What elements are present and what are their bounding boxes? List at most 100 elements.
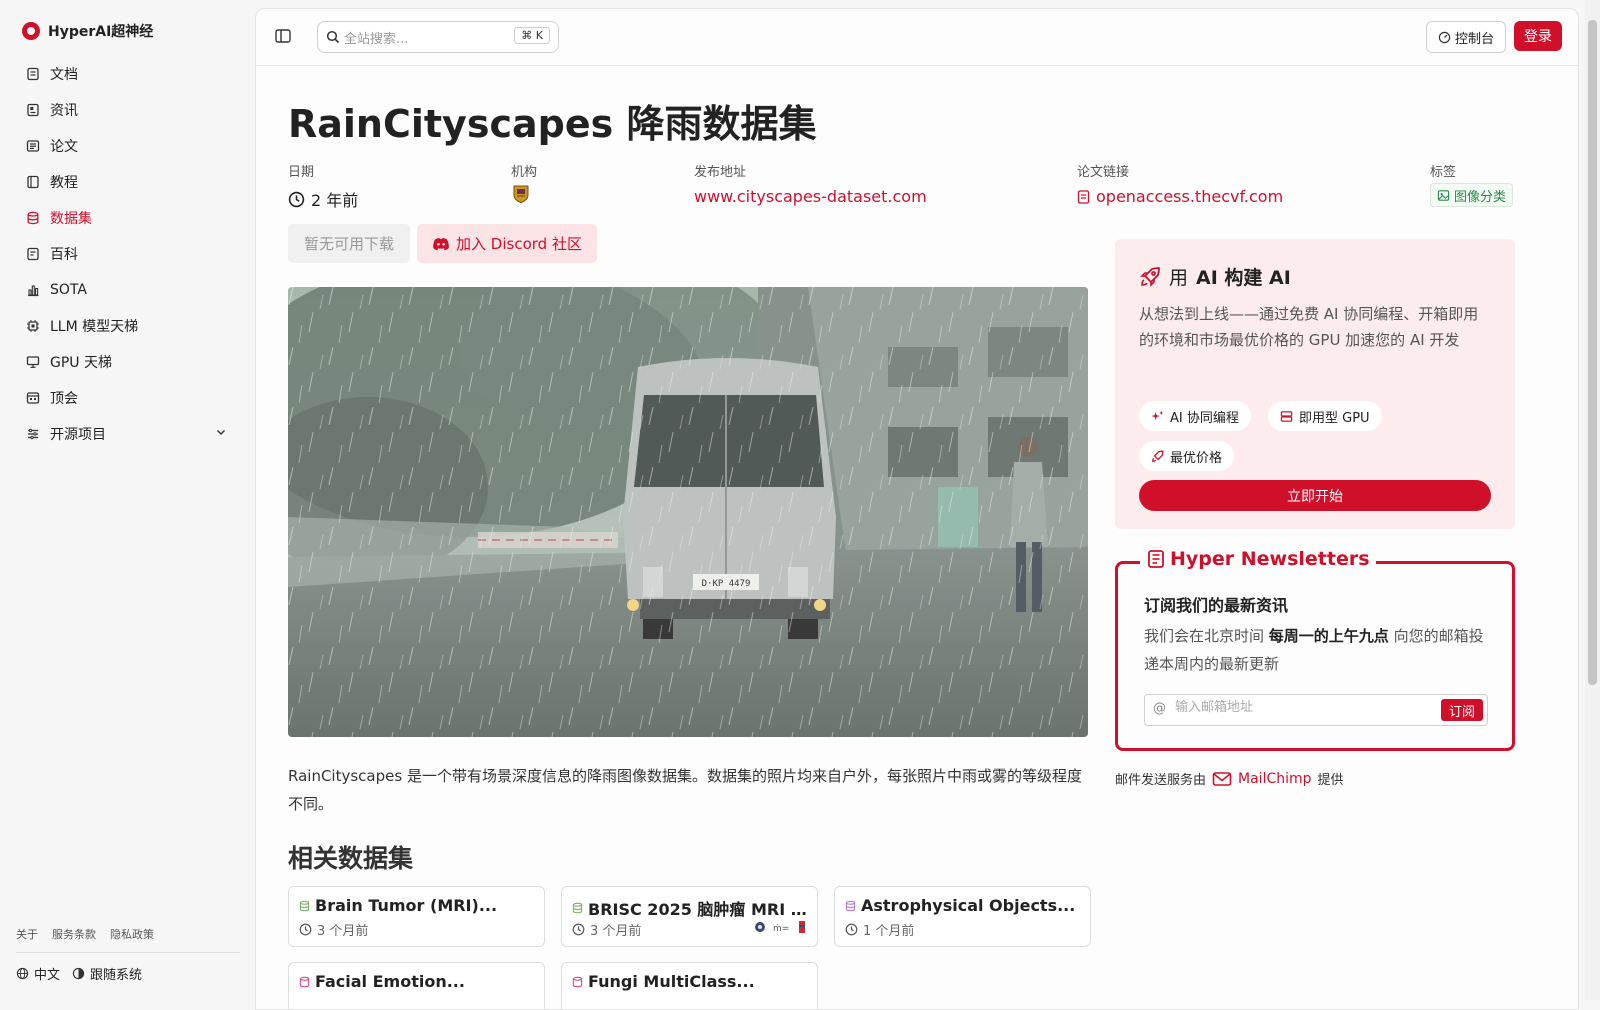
mailchimp-link[interactable]: MailChimp (1238, 771, 1312, 787)
start-button[interactable]: 立即开始 (1139, 480, 1491, 511)
svg-text:ṁ=: ṁ= (773, 924, 789, 934)
console-button[interactable]: 控制台 (1426, 21, 1506, 53)
card-date: 3 个月前 (299, 920, 368, 939)
dashboard-icon (1438, 31, 1451, 43)
card-org-logos: ṁ= (753, 920, 807, 934)
chip-gpu[interactable]: 即用型 GPU (1268, 401, 1382, 431)
clock-icon (299, 923, 312, 936)
image-icon (1437, 189, 1450, 201)
sidebar-item-label: 文档 (50, 67, 78, 83)
sidebar-item-wiki[interactable]: 百科 (14, 236, 241, 272)
sparkle-icon (1151, 410, 1164, 420)
database-icon (572, 902, 583, 914)
download-button[interactable]: 暂无可用下载 (288, 224, 410, 263)
sidebar-item-tutorials[interactable]: 教程 (14, 164, 241, 200)
email-input[interactable] (1173, 699, 1427, 716)
sidebar-item-papers[interactable]: 论文 (14, 128, 241, 164)
scrollbar-thumb[interactable] (1588, 20, 1597, 685)
main-panel: 全站搜索... ⌘ K 控制台 登录 RainCityscapes 降雨数据集 … (255, 8, 1579, 1010)
footer-link-terms[interactable]: 服务条款 (52, 926, 96, 942)
search-shortcut: ⌘ K (514, 27, 550, 44)
footer-link-about[interactable]: 关于 (16, 926, 38, 942)
org-label: 机构 (511, 165, 538, 180)
promo-title: 用 AI 构建 AI (1139, 263, 1291, 290)
email-field[interactable]: @ 订阅 (1144, 694, 1488, 726)
footer-links: 关于 服务条款 隐私政策 (16, 926, 154, 942)
sidebar-item-sota[interactable]: SOTA (14, 272, 241, 308)
discord-button[interactable]: 加入 Discord 社区 (417, 224, 597, 263)
language-switcher[interactable]: 中文 (16, 964, 60, 983)
sidebar-item-label: 数据集 (50, 211, 92, 227)
org-logo[interactable] (511, 184, 531, 204)
university-logo-icon (513, 185, 529, 204)
newsletter-heading: 订阅我们的最新资讯 (1144, 596, 1289, 615)
sidebar-item-label: 论文 (50, 139, 78, 155)
sidebar-item-docs[interactable]: 文档 (14, 56, 241, 92)
paper-icon (26, 139, 40, 153)
sidebar-settings: 中文 跟随系统 (16, 964, 142, 983)
related-dataset-card[interactable]: BRISC 2025 脑肿瘤 MRI ... 3 个月前 ṁ= (561, 886, 818, 947)
database-icon (299, 900, 310, 911)
date-label: 日期 (288, 165, 315, 180)
sidebar: HyperAI超神经 文档 资讯 论文 教程 数据集 百科 SOTA LLM 模… (0, 0, 255, 1000)
rocket-icon (1140, 266, 1160, 287)
theme-switcher[interactable]: 跟随系统 (72, 964, 142, 983)
sidebar-divider (16, 952, 240, 953)
chip-best-price[interactable]: 最优价格 (1139, 441, 1235, 471)
brand-name: HyperAI超神经 (48, 24, 154, 40)
database-icon (299, 976, 310, 987)
wiki-icon (26, 247, 40, 261)
login-button[interactable]: 登录 (1514, 21, 1562, 51)
sidebar-item-open-source[interactable]: 开源项目 (14, 416, 241, 452)
paper-label: 论文链接 (1077, 165, 1130, 180)
news-icon (26, 103, 40, 117)
sidebar-item-llm-ranking[interactable]: LLM 模型天梯 (14, 308, 241, 344)
sidebar-item-conferences[interactable]: 顶会 (14, 380, 241, 416)
subscribe-button[interactable]: 订阅 (1441, 699, 1483, 721)
clock-icon (572, 923, 585, 936)
database-icon (572, 976, 583, 987)
sidebar-item-gpu-ranking[interactable]: GPU 天梯 (14, 344, 241, 380)
card-title: Facial Emotion... (299, 972, 534, 991)
org-logo-icon (799, 921, 805, 933)
related-dataset-card[interactable]: Facial Emotion... (288, 962, 545, 1009)
newsletter-box: Hyper Newsletters 订阅我们的最新资讯 我们会在北京时间 每周一… (1115, 548, 1515, 751)
chip-ai-coding[interactable]: AI 协同编程 (1139, 401, 1251, 431)
card-title: Astrophysical Objects... (845, 896, 1080, 915)
theme-icon (72, 967, 85, 980)
related-dataset-card[interactable]: Astrophysical Objects... 1 个月前 (834, 886, 1091, 947)
related-datasets-heading: 相关数据集 (288, 844, 414, 873)
card-title: Fungi MultiClass... (572, 972, 807, 991)
tags-label: 标签 (1430, 165, 1457, 180)
related-dataset-card[interactable]: Fungi MultiClass... (561, 962, 818, 1009)
dataset-description: RainCityscapes 是一个带有场景深度信息的降雨图像数据集。数据集的照… (288, 767, 1082, 813)
sidebar-item-label: 资讯 (50, 103, 78, 119)
tag-image-classification[interactable]: 图像分类 (1430, 183, 1514, 207)
globe-icon (16, 967, 29, 980)
chevron-down-icon[interactable] (215, 426, 227, 442)
paper-link[interactable]: openaccess.thecvf.com (1077, 187, 1283, 206)
sidebar-item-label: SOTA (50, 282, 87, 298)
newsletter-title: Hyper Newsletters (1140, 548, 1376, 570)
footer-link-privacy[interactable]: 隐私政策 (110, 926, 154, 942)
search-input[interactable]: 全站搜索... ⌘ K (317, 21, 559, 53)
release-link[interactable]: www.cityscapes-dataset.com (694, 187, 927, 206)
sidebar-item-news[interactable]: 资讯 (14, 92, 241, 128)
cpu-icon (26, 319, 40, 333)
top-bar: 全站搜索... ⌘ K 控制台 登录 (256, 9, 1578, 66)
sidebar-nav: 文档 资讯 论文 教程 数据集 百科 SOTA LLM 模型天梯 GPU 天梯 … (14, 56, 241, 452)
sidebar-toggle-icon[interactable] (274, 27, 294, 47)
sidebar-item-datasets[interactable]: 数据集 (14, 200, 241, 236)
at-icon: @ (1153, 701, 1166, 716)
sidebar-item-label: 百科 (50, 247, 78, 263)
language-label: 中文 (34, 968, 61, 983)
org-logo-icon (755, 922, 765, 932)
brand[interactable]: HyperAI超神经 (22, 21, 153, 41)
release-label: 发布地址 (694, 165, 747, 180)
conference-icon (26, 391, 40, 405)
mail-icon (1212, 771, 1232, 786)
related-dataset-card[interactable]: Brain Tumor (MRI)... 3 个月前 (288, 886, 545, 947)
sidebar-item-label: 顶会 (50, 391, 78, 407)
mail-provider-note: 邮件发送服务由 MailChimp 提供 (1115, 770, 1344, 789)
theme-label: 跟随系统 (90, 968, 143, 983)
